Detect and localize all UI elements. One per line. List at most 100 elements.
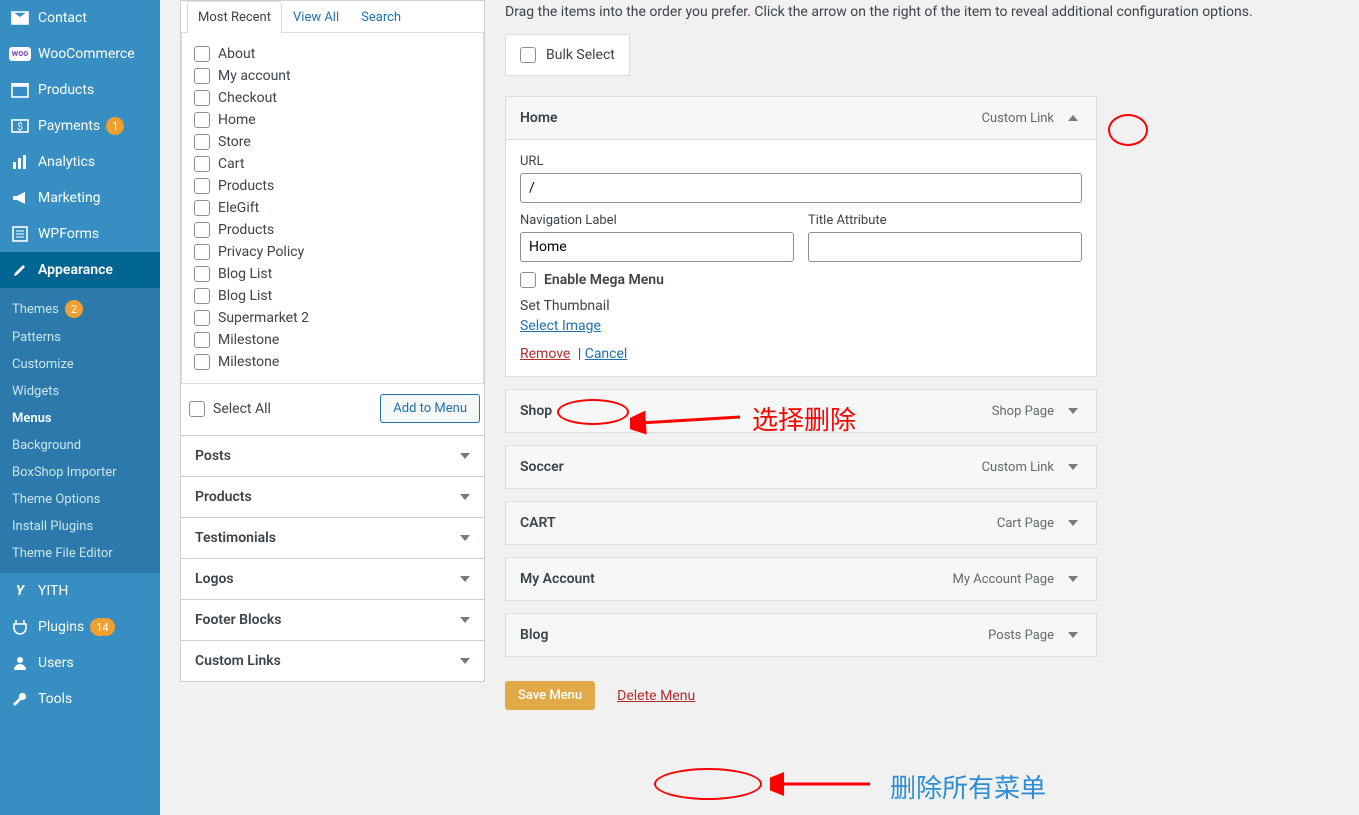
page-item[interactable]: Cart	[190, 153, 475, 175]
submenu-themeopt[interactable]: Theme Options	[0, 486, 160, 513]
sidebar-item-woocommerce[interactable]: wooWooCommerce	[0, 36, 160, 72]
page-item[interactable]: Checkout	[190, 87, 475, 109]
plug-icon	[10, 617, 30, 637]
sidebar-item-users[interactable]: Users	[0, 645, 160, 681]
page-checkbox[interactable]	[194, 112, 210, 128]
posts-toggle[interactable]: Posts	[181, 436, 484, 476]
page-item[interactable]: About	[190, 43, 475, 65]
add-to-menu-button[interactable]: Add to Menu	[380, 394, 480, 423]
custom-links-toggle[interactable]: Custom Links	[181, 641, 484, 681]
page-checkbox[interactable]	[194, 46, 210, 62]
page-item[interactable]: Milestone	[190, 329, 475, 351]
page-item[interactable]: Privacy Policy	[190, 241, 475, 263]
page-item[interactable]: Milestone	[190, 351, 475, 373]
page-item[interactable]: Blog List	[190, 263, 475, 285]
submenu-patterns[interactable]: Patterns	[0, 324, 160, 351]
logos-toggle[interactable]: Logos	[181, 559, 484, 599]
submenu-themes[interactable]: Themes2	[0, 294, 160, 324]
page-checkbox[interactable]	[194, 156, 210, 172]
submenu-customize[interactable]: Customize	[0, 351, 160, 378]
sidebar-item-plugins[interactable]: Plugins14	[0, 609, 160, 645]
tab-search[interactable]: Search	[350, 1, 412, 33]
submenu-widgets[interactable]: Widgets	[0, 378, 160, 405]
menu-item[interactable]: ShopShop Page	[505, 389, 1097, 433]
pages-list[interactable]: AboutMy accountCheckoutHomeStoreCartProd…	[181, 33, 484, 384]
sidebar-item-appearance[interactable]: Appearance	[0, 252, 160, 288]
menu-item-bar[interactable]: SoccerCustom Link	[506, 446, 1096, 488]
menu-item-type: Shop Page	[992, 404, 1054, 419]
products-toggle[interactable]: Products	[181, 477, 484, 517]
sidebar-item-wpforms[interactable]: WPForms	[0, 216, 160, 252]
remove-link[interactable]: Remove	[520, 346, 570, 362]
menu-item-bar[interactable]: BlogPosts Page	[506, 614, 1096, 656]
page-checkbox[interactable]	[194, 222, 210, 238]
page-checkbox[interactable]	[194, 266, 210, 282]
page-item[interactable]: Home	[190, 109, 475, 131]
menu-item-bar[interactable]: ShopShop Page	[506, 390, 1096, 432]
testimonials-toggle[interactable]: Testimonials	[181, 518, 484, 558]
submenu-install[interactable]: Install Plugins	[0, 513, 160, 540]
footer-toggle[interactable]: Footer Blocks	[181, 600, 484, 640]
sidebar-label: Appearance	[38, 262, 113, 278]
title-attr-input[interactable]	[808, 232, 1082, 262]
page-checkbox[interactable]	[194, 178, 210, 194]
sidebar-item-marketing[interactable]: Marketing	[0, 180, 160, 216]
page-checkbox[interactable]	[194, 90, 210, 106]
mega-menu-checkbox[interactable]	[520, 272, 536, 288]
expand-toggle[interactable]	[1064, 626, 1082, 644]
page-item[interactable]: Products	[190, 219, 475, 241]
submenu-editor[interactable]: Theme File Editor	[0, 540, 160, 567]
page-item[interactable]: Supermarket 2	[190, 307, 475, 329]
cancel-link[interactable]: Cancel	[585, 346, 628, 362]
bulk-select-checkbox[interactable]	[520, 47, 536, 63]
nav-label-input[interactable]	[520, 232, 794, 262]
page-checkbox[interactable]	[194, 332, 210, 348]
expand-toggle[interactable]	[1064, 514, 1082, 532]
save-menu-button[interactable]: Save Menu	[505, 681, 595, 710]
menu-item-bar[interactable]: Home Custom Link	[506, 97, 1096, 139]
submenu-menus[interactable]: Menus	[0, 405, 160, 432]
page-checkbox[interactable]	[194, 68, 210, 84]
submenu-background[interactable]: Background	[0, 432, 160, 459]
page-checkbox[interactable]	[194, 310, 210, 326]
sidebar-item-yith[interactable]: YYITH	[0, 573, 160, 609]
page-checkbox[interactable]	[194, 354, 210, 370]
tab-most-recent[interactable]: Most Recent	[187, 1, 282, 33]
page-item[interactable]: My account	[190, 65, 475, 87]
menu-item-bar[interactable]: CARTCart Page	[506, 502, 1096, 544]
submenu-boxshop[interactable]: BoxShop Importer	[0, 459, 160, 486]
page-checkbox[interactable]	[194, 134, 210, 150]
sidebar-item-analytics[interactable]: Analytics	[0, 144, 160, 180]
chevron-down-icon	[460, 576, 470, 582]
tab-view-all[interactable]: View All	[282, 1, 350, 33]
menu-item[interactable]: CARTCart Page	[505, 501, 1097, 545]
page-item[interactable]: EleGift	[190, 197, 475, 219]
sidebar-item-tools[interactable]: Tools	[0, 681, 160, 717]
select-all[interactable]: Select All	[185, 398, 275, 420]
sidebar-item-products[interactable]: Products	[0, 72, 160, 108]
instructions-text: Drag the items into the order you prefer…	[505, 0, 1339, 34]
sidebar-item-payments[interactable]: $Payments1	[0, 108, 160, 144]
page-item[interactable]: Blog List	[190, 285, 475, 307]
sidebar-item-contact[interactable]: Contact	[0, 0, 160, 36]
expand-toggle[interactable]	[1064, 402, 1082, 420]
menu-item-bar[interactable]: My AccountMy Account Page	[506, 558, 1096, 600]
select-image-link[interactable]: Select Image	[520, 318, 601, 334]
menu-item[interactable]: BlogPosts Page	[505, 613, 1097, 657]
select-all-checkbox[interactable]	[189, 401, 205, 417]
expand-toggle[interactable]	[1064, 458, 1082, 476]
page-checkbox[interactable]	[194, 288, 210, 304]
page-checkbox[interactable]	[194, 244, 210, 260]
delete-menu-link[interactable]: Delete Menu	[617, 688, 695, 704]
menu-item[interactable]: SoccerCustom Link	[505, 445, 1097, 489]
menu-item[interactable]: My AccountMy Account Page	[505, 557, 1097, 601]
menu-item-type: Posts Page	[988, 628, 1054, 643]
page-item[interactable]: Products	[190, 175, 475, 197]
menu-item-home[interactable]: Home Custom Link URL Navigation Label	[505, 96, 1097, 377]
menu-item-type: Custom Link	[982, 460, 1054, 475]
collapse-toggle[interactable]	[1064, 109, 1082, 127]
page-checkbox[interactable]	[194, 200, 210, 216]
expand-toggle[interactable]	[1064, 570, 1082, 588]
page-item[interactable]: Store	[190, 131, 475, 153]
url-input[interactable]	[520, 173, 1082, 203]
